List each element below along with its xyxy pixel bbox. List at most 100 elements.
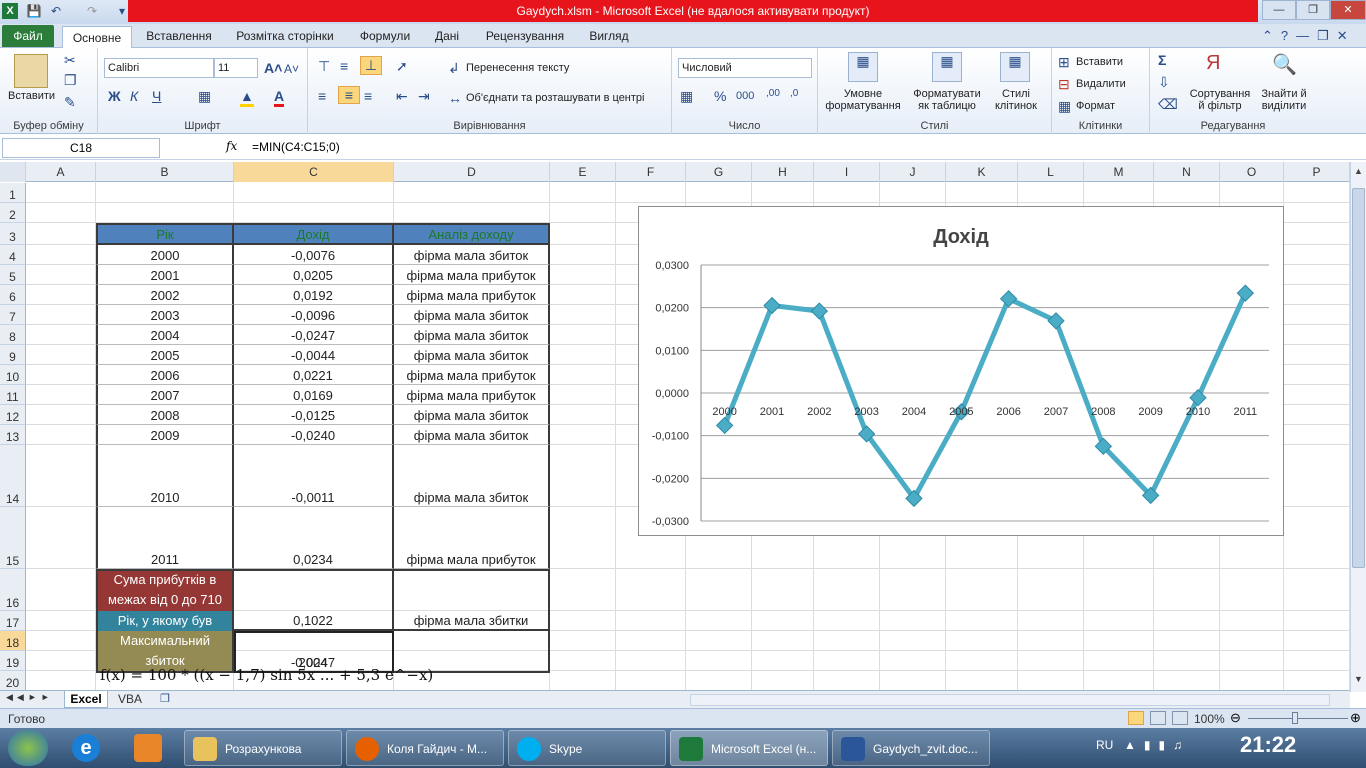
- taskbar-item-folder[interactable]: Розрахункова: [184, 730, 342, 766]
- close-icon[interactable]: ✕: [1330, 0, 1366, 20]
- language-indicator[interactable]: RU: [1096, 738, 1113, 752]
- table-cell-income[interactable]: 0,0169: [234, 385, 394, 405]
- table-cell-year[interactable]: 2003: [96, 305, 234, 325]
- cell-styles-icon[interactable]: ▦: [1000, 52, 1030, 82]
- column-header-p[interactable]: P: [1284, 162, 1350, 182]
- tray-icons[interactable]: ▲▮▮♫: [1124, 738, 1190, 752]
- table-cell-analysis[interactable]: фірма мала збиток: [394, 445, 550, 507]
- fill-color-icon[interactable]: ▲: [240, 88, 254, 107]
- borders-icon[interactable]: ▦: [198, 88, 211, 105]
- column-header-l[interactable]: L: [1018, 162, 1084, 182]
- wrap-text-button[interactable]: Перенесення тексту: [466, 62, 569, 74]
- column-header-g[interactable]: G: [686, 162, 752, 182]
- save-icon[interactable]: 💾: [26, 3, 42, 19]
- table-cell-analysis[interactable]: фірма мала збиток: [394, 345, 550, 365]
- tab-insert[interactable]: Вставлення: [140, 24, 218, 48]
- row-header-2[interactable]: 2: [0, 203, 26, 223]
- zoom-out-icon[interactable]: ⊖: [1230, 710, 1241, 726]
- table-cell-year[interactable]: 2007: [96, 385, 234, 405]
- row-header-10[interactable]: 10: [0, 365, 26, 385]
- table-cell-income[interactable]: -0,0096: [234, 305, 394, 325]
- table-cell-year[interactable]: 2010: [96, 445, 234, 507]
- zoom-in-icon[interactable]: ⊕: [1350, 710, 1361, 726]
- italic-icon[interactable]: К: [130, 88, 138, 104]
- column-header-a[interactable]: A: [26, 162, 96, 182]
- row-header-16[interactable]: 16: [0, 569, 26, 611]
- table-cell-income[interactable]: 0,0192: [234, 285, 394, 305]
- income-chart[interactable]: Дохід 0,0300 0,0200 0,0100 0,0000 -0,0100 -0,0…: [638, 206, 1284, 536]
- font-name-select[interactable]: Calibri: [104, 58, 214, 78]
- taskbar-item-excel[interactable]: Microsoft Excel (н...: [670, 730, 828, 766]
- table-cell-income[interactable]: -0,0247: [234, 325, 394, 345]
- format-cells-button[interactable]: Формат: [1076, 100, 1115, 112]
- paste-button[interactable]: Вставити: [8, 90, 55, 102]
- zoom-level[interactable]: 100%: [1194, 712, 1225, 726]
- taskbar-item-word[interactable]: Gaydych_zvit.doc...: [832, 730, 990, 766]
- column-header-j[interactable]: J: [880, 162, 946, 182]
- vertical-scrollbar[interactable]: ▲ ▼: [1350, 162, 1366, 692]
- table-cell-analysis[interactable]: фірма мала прибуток: [394, 265, 550, 285]
- column-header-m[interactable]: M: [1084, 162, 1154, 182]
- table-cell-year[interactable]: 2009: [96, 425, 234, 445]
- column-header-e[interactable]: E: [550, 162, 616, 182]
- table-cell-analysis[interactable]: фірма мала прибуток: [394, 385, 550, 405]
- insert-cells-icon[interactable]: ⊞: [1058, 54, 1070, 71]
- tab-page-layout[interactable]: Розмітка сторінки: [228, 24, 342, 48]
- row-header-13[interactable]: 13: [0, 425, 26, 445]
- conditional-format-button[interactable]: Умовне форматування: [820, 88, 906, 112]
- sheet-tab-excel[interactable]: Excel: [64, 691, 108, 708]
- table-cell-analysis[interactable]: фірма мала прибуток: [394, 507, 550, 569]
- row-header-5[interactable]: 5: [0, 265, 26, 285]
- scroll-thumb[interactable]: [1352, 188, 1365, 568]
- align-bottom-icon[interactable]: ⊥: [360, 56, 382, 75]
- table-cell-income[interactable]: 0,0205: [234, 265, 394, 285]
- sort-filter-icon[interactable]: Я: [1206, 52, 1220, 75]
- find-select-button[interactable]: Знайти й виділити: [1254, 88, 1314, 112]
- font-color-icon[interactable]: A: [274, 88, 285, 107]
- table-cell-analysis[interactable]: фірма мала збиток: [394, 305, 550, 325]
- decrease-indent-icon[interactable]: ⇤: [396, 88, 408, 105]
- taskbar-item-skype[interactable]: Skype: [508, 730, 666, 766]
- ie-icon[interactable]: e: [72, 734, 100, 762]
- format-as-table-icon[interactable]: ▦: [932, 52, 962, 82]
- orientation-icon[interactable]: ➚: [396, 58, 408, 75]
- decrease-decimal-icon[interactable]: ,0: [790, 88, 798, 99]
- excel-logo-icon[interactable]: X: [2, 3, 18, 19]
- restore-icon[interactable]: ❐: [1296, 0, 1330, 20]
- accounting-format-icon[interactable]: ▦: [680, 88, 693, 105]
- zoom-slider[interactable]: [1248, 718, 1348, 719]
- row-header-14[interactable]: 14: [0, 445, 26, 507]
- delete-cells-icon[interactable]: ⊟: [1058, 76, 1070, 93]
- format-painter-icon[interactable]: ✎: [64, 94, 76, 111]
- table-cell-analysis[interactable]: фірма мала збиток: [394, 325, 550, 345]
- shrink-font-icon[interactable]: A˅: [284, 62, 299, 76]
- column-header-c[interactable]: C: [234, 162, 394, 182]
- column-header-h[interactable]: H: [752, 162, 814, 182]
- row-header-4[interactable]: 4: [0, 245, 26, 265]
- table-cell-analysis[interactable]: фірма мала збиток: [394, 425, 550, 445]
- name-box[interactable]: C18: [2, 138, 160, 158]
- select-all-corner[interactable]: [0, 162, 26, 182]
- row-header-19[interactable]: 19: [0, 651, 26, 671]
- redo-icon[interactable]: ↷: [84, 3, 100, 19]
- copy-icon[interactable]: ❐: [64, 72, 77, 89]
- row-header-12[interactable]: 12: [0, 405, 26, 425]
- tab-review[interactable]: Рецензування: [478, 24, 572, 48]
- column-header-b[interactable]: B: [96, 162, 234, 182]
- cut-icon[interactable]: ✂: [64, 52, 76, 69]
- clear-icon[interactable]: ⌫: [1158, 96, 1178, 113]
- formula-input[interactable]: =MIN(C4:C15;0): [252, 140, 340, 154]
- table-cell-year[interactable]: 2008: [96, 405, 234, 425]
- table-cell-income[interactable]: -0,0240: [234, 425, 394, 445]
- tab-data[interactable]: Дані: [426, 24, 468, 48]
- row-header-18[interactable]: 18: [0, 631, 26, 651]
- format-as-table-button[interactable]: Форматувати як таблицю: [910, 88, 984, 112]
- row-header-20[interactable]: 20: [0, 671, 26, 691]
- scroll-up-icon[interactable]: ▲: [1352, 166, 1365, 178]
- row-header-1[interactable]: 1: [0, 183, 26, 203]
- start-button-icon[interactable]: [8, 730, 48, 766]
- find-select-icon[interactable]: 🔍: [1272, 52, 1297, 77]
- table-cell-income[interactable]: -0,0044: [234, 345, 394, 365]
- column-header-o[interactable]: O: [1220, 162, 1284, 182]
- table-cell-year[interactable]: 2001: [96, 265, 234, 285]
